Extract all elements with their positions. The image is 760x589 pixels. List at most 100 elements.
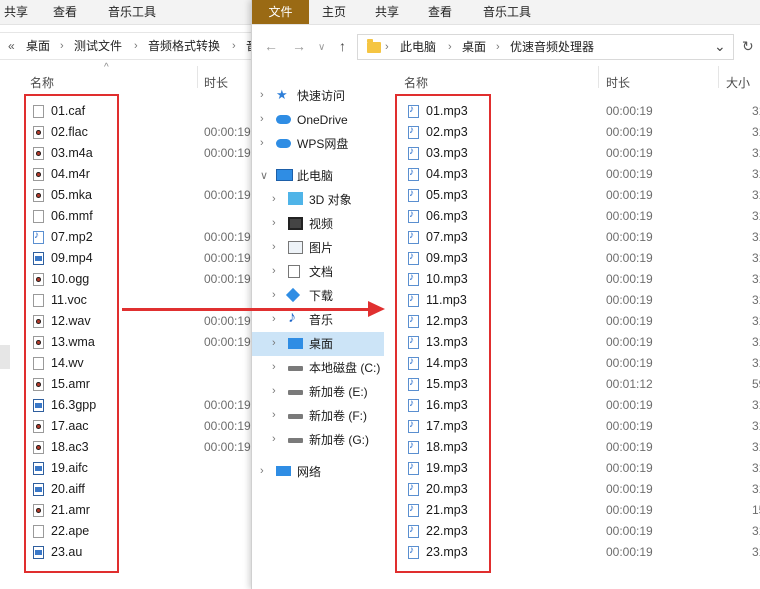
file-duration: 00:00:19 <box>606 167 653 181</box>
file-row[interactable]: 12.mp300:00:1931 <box>252 311 760 332</box>
back-tab-view[interactable]: 查看 <box>45 0 85 24</box>
file-duration: 00:00:19 <box>606 335 653 349</box>
file-size: 31 <box>752 440 760 454</box>
file-row[interactable]: 20.mp300:00:1931 <box>252 479 760 500</box>
file-row[interactable]: 02.mp300:00:1931 <box>252 122 760 143</box>
back-address-bar[interactable]: « 桌面 › 测试文件 › 音频格式转换 › 音 <box>0 32 260 60</box>
file-row[interactable]: 10.mp300:00:1931 <box>252 269 760 290</box>
file-duration: 00:00:19 <box>606 440 653 454</box>
address-bar[interactable]: › 此电脑 › 桌面 › 优速音频处理器 ⌄ <box>357 34 734 60</box>
file-duration: 00:00:19 <box>606 356 653 370</box>
file-row[interactable]: 14.mp300:00:1931 <box>252 353 760 374</box>
recent-dropdown-icon[interactable]: ∨ <box>318 40 325 56</box>
back-arrow-icon[interactable]: ← <box>264 38 278 54</box>
file-duration: 00:00:19 <box>606 314 653 328</box>
address-dropdown-icon[interactable]: ⌄ <box>714 38 726 54</box>
file-duration: 00:00:19 <box>606 503 653 517</box>
chevron-right-icon[interactable]: › <box>260 89 264 101</box>
file-row[interactable]: 06.mp300:00:1931 <box>252 206 760 227</box>
file-size: 31 <box>752 209 760 223</box>
up-arrow-icon[interactable]: ↑ <box>339 38 346 54</box>
column-header-duration[interactable]: 时长 <box>606 74 630 91</box>
breadcrumb-item[interactable]: 桌面 <box>462 34 486 60</box>
tab-home[interactable]: 主页 <box>314 0 354 24</box>
back-tab-share[interactable]: 共享 <box>0 0 36 24</box>
file-row[interactable]: 04.mp300:00:1931 <box>252 164 760 185</box>
navigation-bar: ← → ∨ ↑ › 此电脑 › 桌面 › 优速音频处理器 ⌄ ↻ <box>252 32 760 60</box>
file-size: 31 <box>752 545 760 559</box>
file-duration: 00:00:19 <box>606 104 653 118</box>
file-row[interactable]: 01.mp300:00:1931 <box>252 101 760 122</box>
file-duration: 00:00:19 <box>204 335 251 349</box>
file-size: 31 <box>752 125 760 139</box>
file-duration: 00:00:19 <box>204 188 251 202</box>
file-duration: 00:00:19 <box>204 146 251 160</box>
file-duration: 00:00:19 <box>204 251 251 265</box>
column-divider[interactable] <box>197 66 198 88</box>
breadcrumb-item[interactable]: 此电脑 <box>400 34 436 60</box>
tab-file[interactable]: 文件 <box>252 0 309 24</box>
front-file-list: 01.mp300:00:193102.mp300:00:193103.mp300… <box>252 101 760 571</box>
breadcrumb-separator-icon: › <box>448 41 452 53</box>
file-size: 31 <box>752 482 760 496</box>
file-duration: 00:00:19 <box>606 188 653 202</box>
file-size: 31 <box>752 104 760 118</box>
file-row[interactable]: 15.mp300:01:1259 <box>252 374 760 395</box>
file-size: 31 <box>752 461 760 475</box>
breadcrumb-item[interactable]: 测试文件 <box>74 33 122 59</box>
file-duration: 00:00:19 <box>606 209 653 223</box>
star-icon: ★ <box>276 87 288 102</box>
folder-icon <box>367 39 381 53</box>
highlight-box <box>395 94 491 573</box>
tab-view[interactable]: 查看 <box>420 0 460 24</box>
file-duration: 00:01:12 <box>606 377 653 391</box>
breadcrumb-item[interactable]: 音频格式转换 <box>148 33 220 59</box>
file-row[interactable]: 13.mp300:00:1931 <box>252 332 760 353</box>
file-duration: 00:00:19 <box>606 125 653 139</box>
breadcrumb-item[interactable]: 优速音频处理器 <box>510 34 594 60</box>
column-header-size[interactable]: 大小 <box>726 74 750 91</box>
breadcrumb-item[interactable]: 桌面 <box>26 33 50 59</box>
column-divider[interactable] <box>598 66 599 88</box>
file-row[interactable]: 09.mp300:00:1931 <box>252 248 760 269</box>
file-row[interactable]: 07.mp300:00:1931 <box>252 227 760 248</box>
breadcrumb-overflow[interactable]: « <box>8 33 15 59</box>
forward-arrow-icon[interactable]: → <box>292 38 306 54</box>
column-header-name[interactable]: 名称 <box>404 74 428 91</box>
breadcrumb-separator-icon: › <box>232 40 236 52</box>
tab-share[interactable]: 共享 <box>367 0 407 24</box>
file-size: 31 <box>752 167 760 181</box>
file-row[interactable]: 16.mp300:00:1931 <box>252 395 760 416</box>
highlight-box <box>24 94 119 573</box>
refresh-icon[interactable]: ↻ <box>742 38 754 54</box>
file-row[interactable]: 22.mp300:00:1931 <box>252 521 760 542</box>
file-duration: 00:00:19 <box>204 314 251 328</box>
file-duration: 00:00:19 <box>606 251 653 265</box>
back-tab-music-tools[interactable]: 音乐工具 <box>100 0 164 24</box>
breadcrumb-separator-icon: › <box>385 41 389 53</box>
file-row[interactable]: 18.mp300:00:1931 <box>252 437 760 458</box>
file-row[interactable]: 23.mp300:00:1931 <box>252 542 760 563</box>
front-ribbon: 文件 主页 共享 查看 音乐工具 <box>252 0 760 25</box>
file-duration: 00:00:19 <box>606 230 653 244</box>
file-row[interactable]: 05.mp300:00:1931 <box>252 185 760 206</box>
column-header-duration[interactable]: 时长 <box>204 74 228 91</box>
breadcrumb-separator-icon: › <box>134 40 138 52</box>
breadcrumb-separator-icon: › <box>496 41 500 53</box>
file-row[interactable]: 17.mp300:00:1931 <box>252 416 760 437</box>
file-duration: 00:00:19 <box>606 545 653 559</box>
file-row[interactable]: 19.mp300:00:1931 <box>252 458 760 479</box>
file-size: 31 <box>752 524 760 538</box>
file-duration: 00:00:19 <box>204 419 251 433</box>
file-size: 31 <box>752 146 760 160</box>
tab-music-tools[interactable]: 音乐工具 <box>475 0 539 24</box>
column-divider[interactable] <box>718 66 719 88</box>
file-duration: 00:00:19 <box>606 482 653 496</box>
file-row[interactable]: 21.mp300:00:1915 <box>252 500 760 521</box>
file-row[interactable]: 03.mp300:00:1931 <box>252 143 760 164</box>
file-size: 31 <box>752 314 760 328</box>
file-duration: 00:00:19 <box>606 146 653 160</box>
column-header-name[interactable]: 名称 <box>30 74 54 91</box>
file-size: 59 <box>752 377 760 391</box>
file-size: 31 <box>752 419 760 433</box>
